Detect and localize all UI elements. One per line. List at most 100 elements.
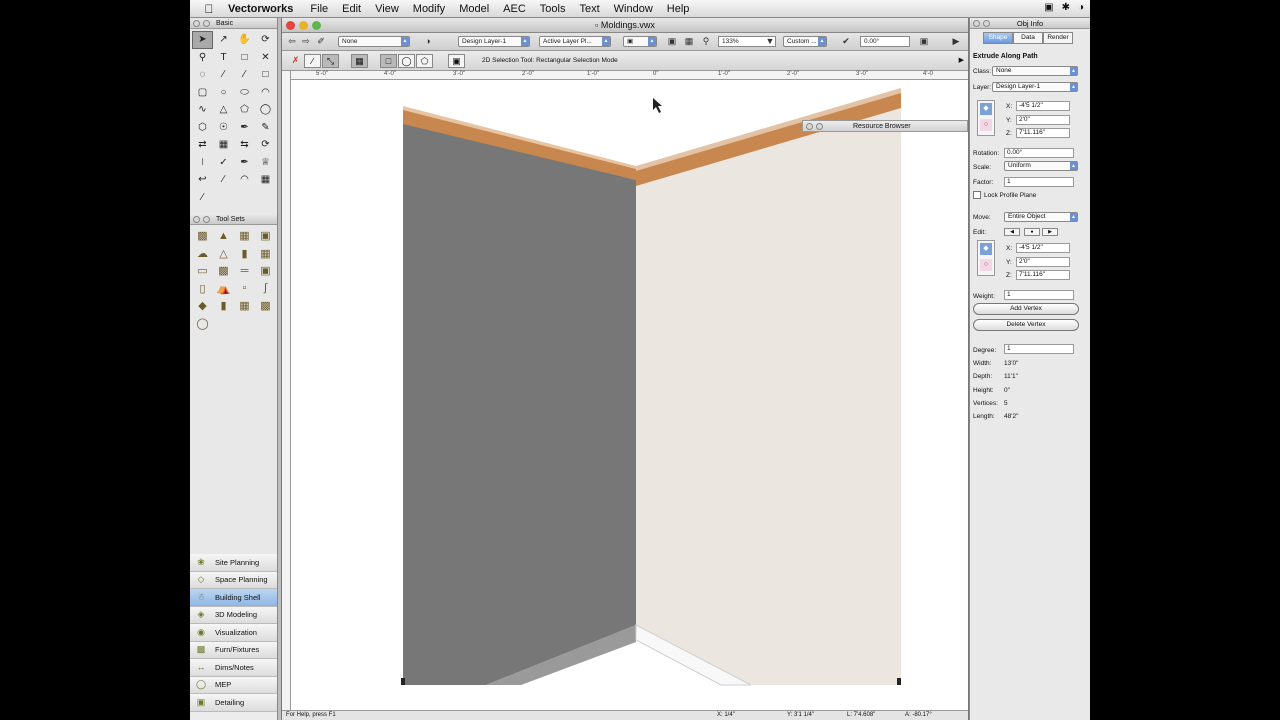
truss-tool-icon[interactable]: △ (213, 245, 234, 263)
mode-transform-icon[interactable]: ▦ (351, 54, 368, 68)
y-field[interactable]: 2'0" (1016, 115, 1070, 125)
workspace-dims-notes[interactable]: ↔ Dims/Notes (190, 659, 277, 677)
workspace-space-planning[interactable]: ◇ Space Planning (190, 571, 277, 589)
polygon-tool-icon[interactable]: ⬠ (234, 101, 255, 119)
roof-tool-icon[interactable]: ▲ (213, 227, 234, 245)
workspace-building-shell[interactable]: ☃ Building Shell (190, 589, 277, 607)
view-select[interactable]: Custom ... ▲ (783, 36, 827, 47)
polygon-selection-icon[interactable]: ⬠ (416, 54, 433, 68)
close-icon[interactable] (973, 20, 980, 27)
fit-to-objects-icon[interactable]: ▣ (666, 36, 678, 47)
weight-field[interactable]: 1 (1004, 290, 1074, 300)
chamfer-tool-icon[interactable]: ∕ (213, 171, 234, 189)
slab-tool-icon[interactable]: ▩ (192, 227, 213, 245)
beam-tool-icon[interactable]: ═ (234, 262, 255, 280)
menu-help[interactable]: Help (667, 3, 690, 15)
book-tool-icon[interactable]: ▭ (192, 262, 213, 280)
position-reference-box[interactable]: ◆ ○ (977, 100, 995, 136)
offset-tool-icon[interactable]: ⇄ (192, 136, 213, 154)
oval-tool-icon[interactable]: ⬭ (234, 84, 255, 102)
wall-tool-icon[interactable]: ▣ (255, 227, 276, 245)
zoom-icon[interactable]: ⚲ (700, 36, 712, 47)
delete-tool-icon[interactable]: ✕ (255, 49, 276, 67)
move-tool-icon[interactable]: ⇆ (234, 136, 255, 154)
rotate-tool-icon[interactable]: ⟳ (255, 136, 276, 154)
fillet-tool-icon[interactable]: ♕ (255, 154, 276, 172)
delete-vertex-button[interactable]: Delete Vertex (973, 319, 1079, 331)
rail-tool-icon[interactable]: ▫ (234, 280, 255, 298)
freehand-tool-icon[interactable]: ∿ (192, 101, 213, 119)
active-class-select[interactable]: None ▲ (338, 36, 410, 47)
tab-render[interactable]: Render (1043, 32, 1073, 44)
rounded-rect-tool-icon[interactable]: ▢ (192, 84, 213, 102)
screen-icon[interactable]: ▣ (1044, 2, 1053, 13)
workspace-mep[interactable]: ◯ MEP (190, 676, 277, 694)
selection-tool-icon[interactable]: ➤ (192, 31, 213, 49)
layer-options-select[interactable]: Active Layer Pl... ▲ (539, 36, 611, 47)
class-select[interactable]: None ▲ (992, 66, 1078, 76)
active-layer-select[interactable]: Design Layer-1 ▲ (458, 36, 530, 47)
collapse-icon[interactable] (203, 216, 210, 223)
rotation-field[interactable]: 0.00° (1004, 148, 1074, 158)
line-tool-icon[interactable]: ∕ (213, 66, 234, 84)
mode-reshape-icon[interactable]: ⤡ (322, 54, 339, 68)
class-options-icon[interactable]: ✐ (315, 36, 327, 47)
zoom-window-icon[interactable] (312, 21, 321, 30)
layer-options-icon[interactable]: ◑ (422, 36, 434, 47)
mirror-tool-icon[interactable]: ▦ (213, 136, 234, 154)
collapse-icon[interactable] (203, 20, 210, 27)
menu-modify[interactable]: Modify (413, 3, 445, 15)
vertex-reference-box[interactable]: ◆ ○ (977, 240, 995, 276)
workspace-visualization[interactable]: ◉ Visualization (190, 624, 277, 642)
cabinet-tool-icon[interactable]: ▣ (255, 262, 276, 280)
trim-tool-icon[interactable]: ✒ (234, 154, 255, 172)
menu-edit[interactable]: Edit (342, 3, 361, 15)
pillar-tool-icon[interactable]: ▯ (192, 280, 213, 298)
next-vertex-icon[interactable]: ▶ (1042, 228, 1058, 236)
mirror-axis-tool-icon[interactable]: ⧘ (192, 154, 213, 172)
z-field[interactable]: 7'11.116" (1016, 128, 1070, 138)
zoom-dropdown-icon[interactable]: ▼ (764, 36, 776, 47)
resource-browser[interactable]: Resource Browser (802, 120, 968, 132)
selection-options-icon[interactable]: ▣ (448, 54, 465, 68)
forward-arrow-icon[interactable]: ⇨ (300, 36, 312, 47)
minimize-window-icon[interactable] (299, 21, 308, 30)
clip-tool-icon[interactable]: ↩ (192, 171, 213, 189)
close-window-icon[interactable] (286, 21, 295, 30)
reshape-tool-icon[interactable]: ↗ (213, 31, 234, 49)
close-icon[interactable] (806, 123, 813, 130)
locus-tool-icon[interactable]: ◌ (192, 66, 213, 84)
current-vertex-icon[interactable]: ● (1024, 228, 1040, 236)
attribute-tool-icon[interactable]: ✎ (255, 119, 276, 137)
collapse-icon[interactable] (816, 123, 823, 130)
menu-aec[interactable]: AEC (503, 3, 526, 15)
menu-tools[interactable]: Tools (540, 3, 566, 15)
chair-tool-icon[interactable]: ☁ (192, 245, 213, 263)
pan-tool-icon[interactable]: ✋ (234, 31, 255, 49)
rectangle-tool-icon[interactable]: □ (255, 66, 276, 84)
workspace-furn-fixtures[interactable]: ▩ Furn/Fixtures (190, 641, 277, 659)
viewbar-more-icon[interactable]: ▶ (950, 36, 962, 47)
wifi-icon[interactable]: ◑ (1078, 2, 1084, 13)
mode-line-icon[interactable]: ∕ (304, 54, 321, 68)
tab-data[interactable]: Data (1013, 32, 1043, 44)
layer-select[interactable]: Design Layer-1 ▲ (992, 82, 1078, 92)
menu-window[interactable]: Window (614, 3, 653, 15)
collapse-icon[interactable] (983, 20, 990, 27)
plan-rotation-field[interactable]: 0.00° (860, 36, 910, 47)
connect-tool-icon[interactable]: ◠ (234, 171, 255, 189)
vase-tool-icon[interactable]: ◯ (192, 315, 213, 333)
drawing-canvas[interactable] (291, 80, 968, 710)
callout-tool-icon[interactable]: □ (234, 49, 255, 67)
window-tool-icon[interactable]: ▦ (255, 245, 276, 263)
apple-icon[interactable]:  (198, 2, 220, 16)
x-field[interactable]: -4'5 1/2" (1016, 101, 1070, 111)
vertex-y-field[interactable]: 2'0" (1016, 257, 1070, 267)
back-arrow-icon[interactable]: ⇦ (286, 36, 298, 47)
bluetooth-icon[interactable]: ✱ (1062, 2, 1070, 13)
framing-tool-icon[interactable]: ▩ (255, 297, 276, 315)
menu-file[interactable]: File (310, 3, 328, 15)
move-select[interactable]: Entire Object ▲ (1004, 212, 1078, 222)
scale-select[interactable]: Uniform ▲ (1004, 161, 1078, 171)
factor-field[interactable]: 1 (1004, 177, 1074, 187)
